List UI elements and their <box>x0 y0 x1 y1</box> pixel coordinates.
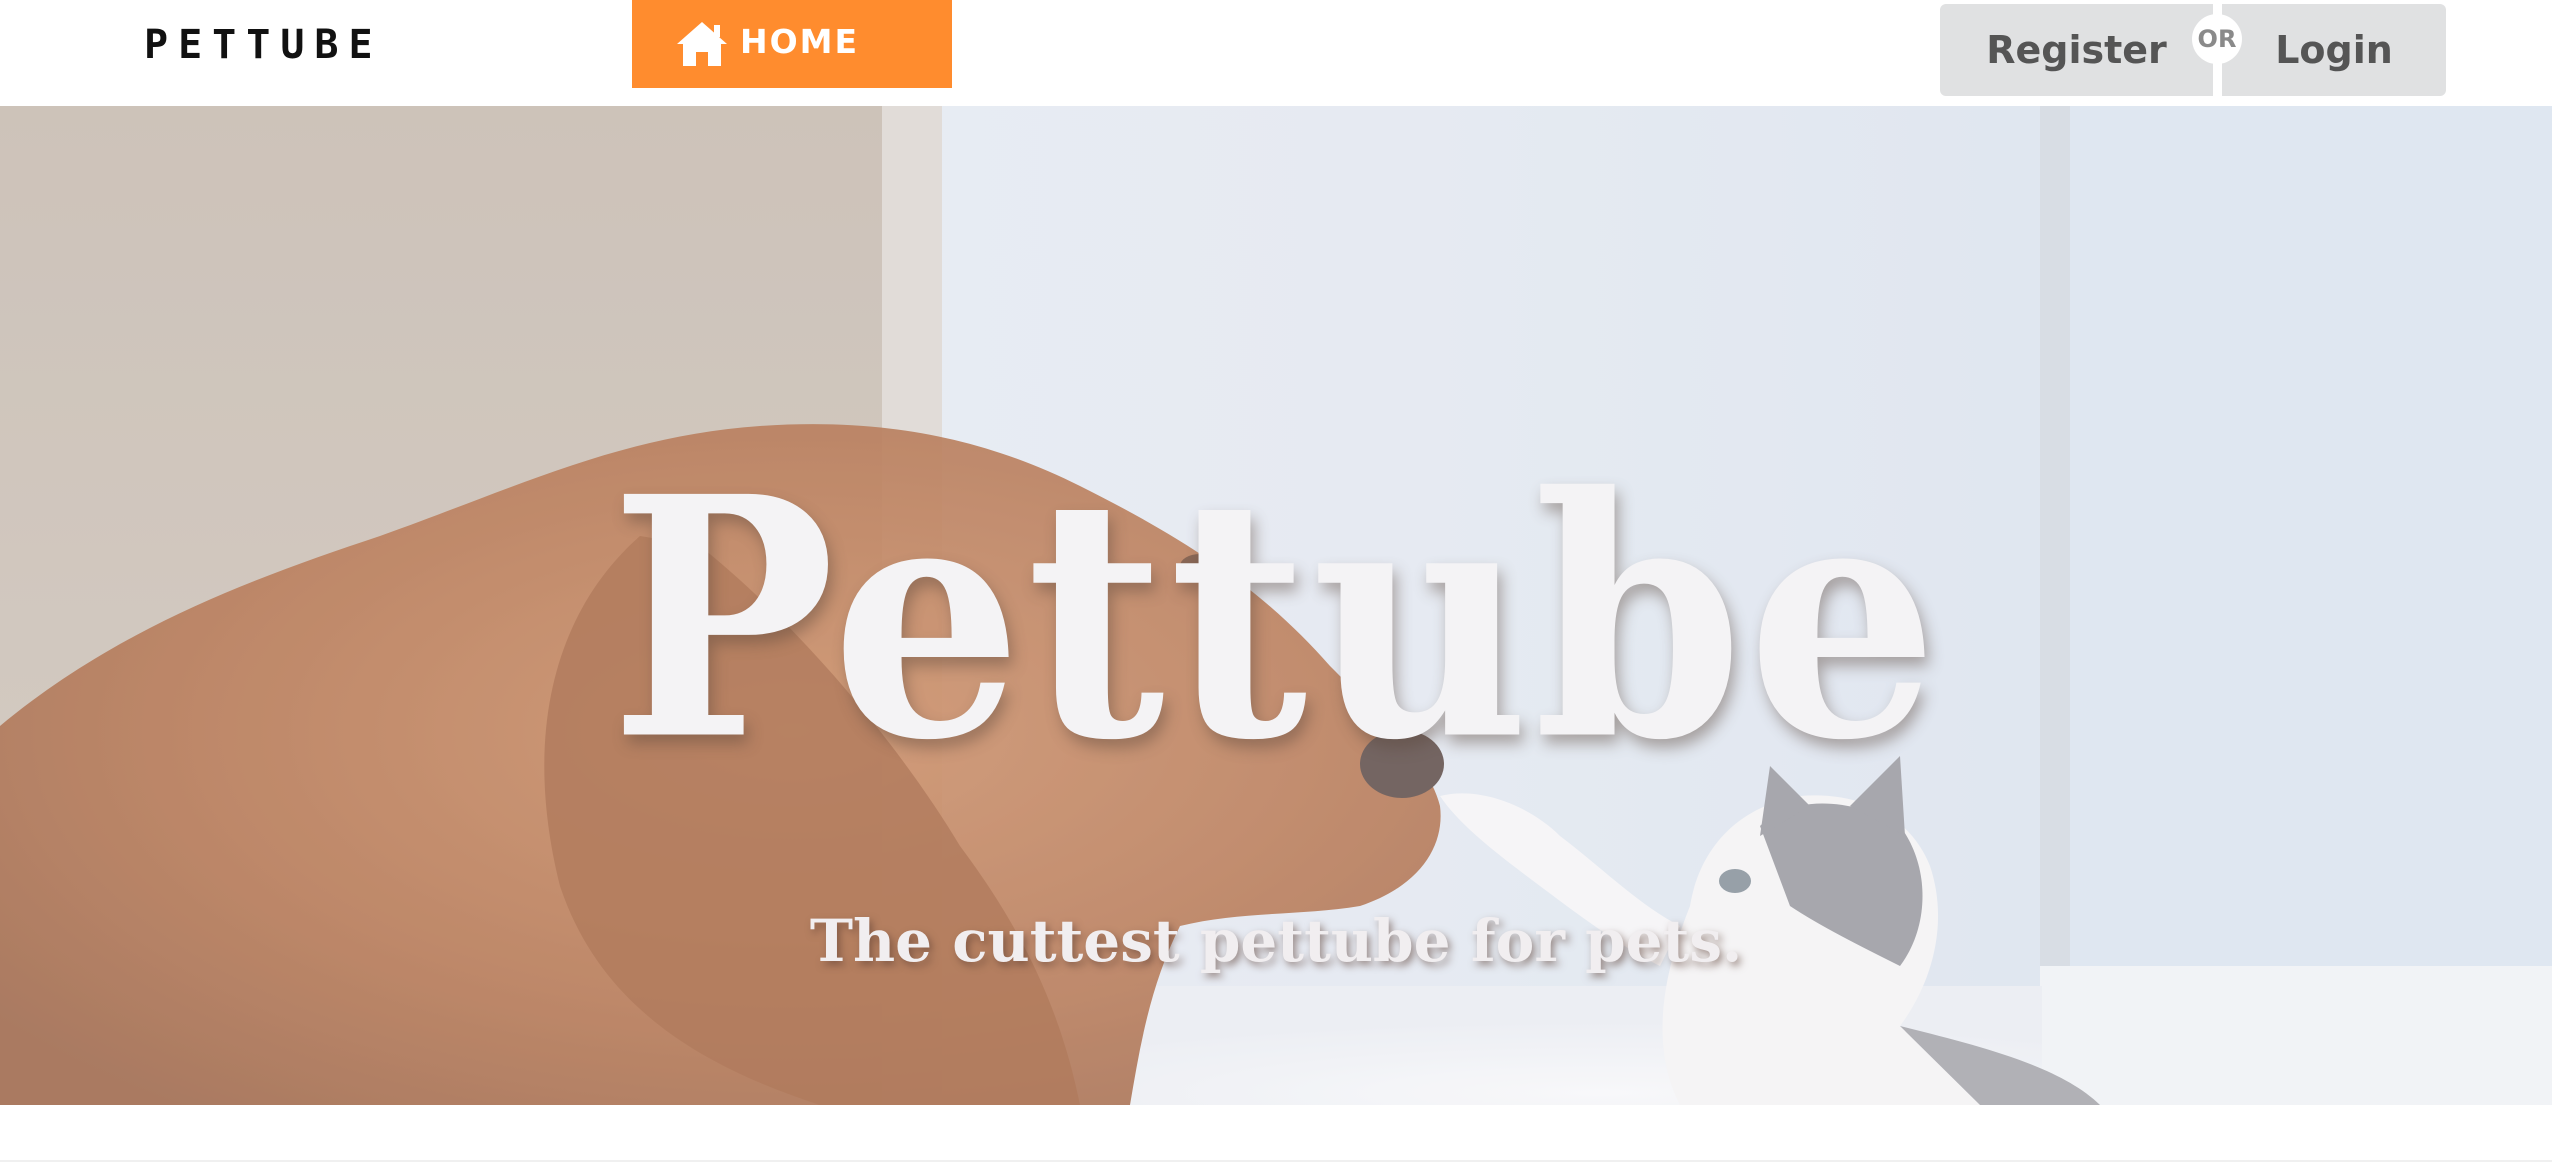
section-divider <box>0 1160 2552 1162</box>
auth-button-group: Register OR Login <box>1940 4 2446 96</box>
hero-banner: Pettube The cuttest pettube for pets. <box>0 106 2552 1105</box>
top-navbar: PETTUBE HOME Register OR Login <box>0 0 2552 104</box>
register-button[interactable]: Register <box>1940 4 2213 96</box>
hero-title: Pettube <box>609 424 1943 813</box>
hero-subtitle: The cuttest pettube for pets. <box>809 907 1743 975</box>
page: PETTUBE HOME Register OR Login Pettube T… <box>0 0 2552 1164</box>
or-divider: OR <box>2192 14 2242 64</box>
login-button[interactable]: Login <box>2222 4 2446 96</box>
home-tab-label: HOME <box>740 21 860 61</box>
home-icon <box>674 19 730 69</box>
brand-logo[interactable]: PETTUBE <box>144 22 383 68</box>
home-tab[interactable]: HOME <box>632 0 952 88</box>
